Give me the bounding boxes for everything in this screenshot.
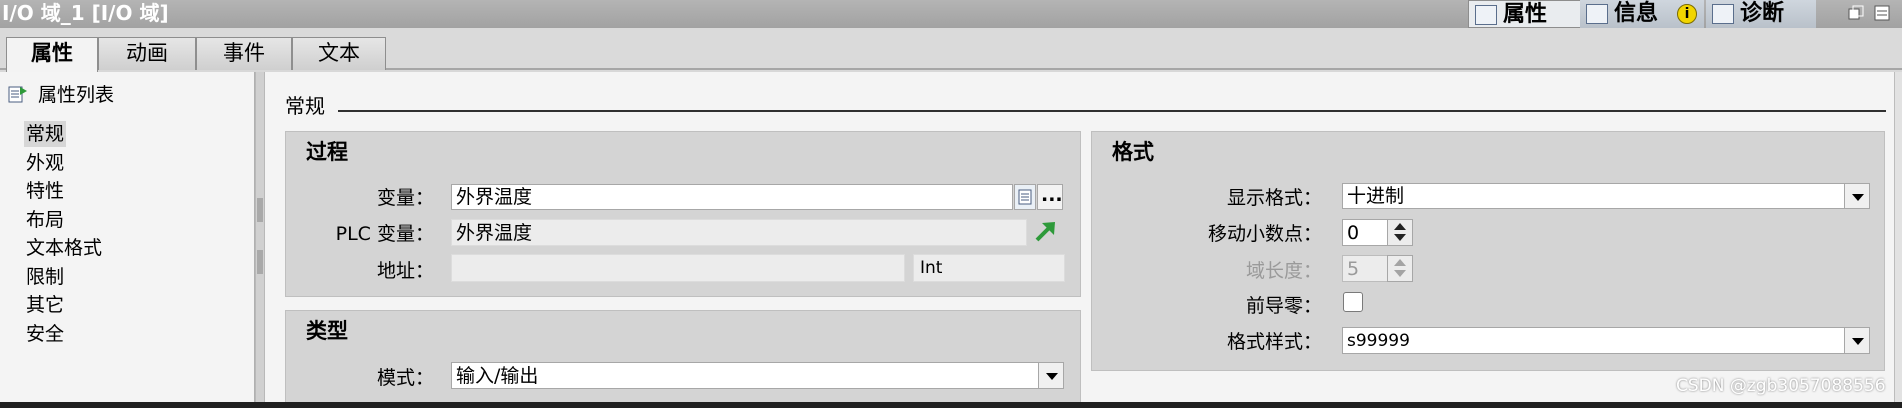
layout-menu-icon[interactable] (1873, 4, 1891, 22)
diagnostics-icon (1712, 4, 1734, 24)
inspector-tab-diagnostics[interactable]: 诊断 (1706, 0, 1816, 28)
field-length-input: 5 (1342, 255, 1389, 282)
address-type-field: Int (913, 254, 1065, 282)
mode-label: 模式： (376, 367, 434, 389)
mode-dropdown-arrow-icon[interactable] (1038, 362, 1064, 389)
move-decimal-label: 移动小数点： (1207, 223, 1322, 245)
leading-zeros-checkbox[interactable] (1343, 292, 1363, 312)
address-label: 地址： (376, 260, 434, 282)
tree-item-appearance[interactable]: 外观 (24, 150, 66, 176)
process-group-title: 过程 (306, 140, 348, 164)
tab-texts[interactable]: 文本 (292, 37, 386, 70)
address-field (451, 254, 905, 282)
property-list-icon (8, 86, 27, 103)
section-divider (338, 110, 1886, 112)
tree-item-miscellaneous[interactable]: 其它 (24, 292, 66, 318)
vertical-scrollbar[interactable] (1894, 72, 1902, 402)
variable-list-icon[interactable] (1014, 184, 1036, 210)
display-format-select[interactable]: 十进制 (1342, 183, 1845, 209)
tab-animations[interactable]: 动画 (98, 37, 196, 70)
plc-variable-label: PLC 变量： (335, 223, 434, 245)
field-length-label: 域长度： (1245, 260, 1322, 282)
tree-item-text-format[interactable]: 文本格式 (24, 235, 104, 261)
bottom-edge (0, 402, 1902, 408)
format-group-title: 格式 (1112, 140, 1154, 164)
display-format-dropdown-arrow-icon[interactable] (1844, 183, 1870, 209)
variable-label: 变量： (376, 187, 434, 209)
browse-button[interactable]: ... (1037, 184, 1063, 210)
tree-item-layout[interactable]: 布局 (24, 207, 66, 233)
inspector-tab-properties[interactable]: 属性 (1468, 0, 1588, 28)
collapse-left-handle[interactable] (257, 198, 263, 222)
section-title-general: 常规 (285, 94, 325, 118)
tab-events[interactable]: 事件 (196, 37, 292, 70)
inspector-tab-diagnostics-label: 诊断 (1740, 1, 1785, 26)
field-length-spinner (1387, 255, 1413, 282)
panel-splitter[interactable] (255, 72, 265, 408)
property-list-title: 属性列表 (38, 84, 115, 106)
tree-item-characteristics[interactable]: 特性 (24, 178, 66, 204)
go-to-plc-arrow-icon[interactable] (1034, 219, 1058, 243)
type-group (285, 310, 1081, 408)
properties-icon (1475, 5, 1497, 25)
tree-item-security[interactable]: 安全 (24, 321, 66, 347)
tree-item-limits[interactable]: 限制 (24, 264, 66, 290)
variable-input[interactable]: 外界温度 (451, 184, 1013, 210)
type-group-title: 类型 (306, 319, 348, 343)
window-title: I/O 域_1 [I/O 域] (2, 1, 169, 25)
info-icon (1586, 4, 1608, 24)
watermark: CSDN @zgb3057088556 (1676, 376, 1886, 396)
leading-zeros-label: 前导零： (1245, 295, 1322, 317)
inspector-tab-properties-label: 属性 (1503, 2, 1548, 27)
tree-item-general[interactable]: 常规 (24, 121, 67, 147)
format-pattern-label: 格式样式： (1226, 331, 1322, 353)
plc-variable-field: 外界温度 (451, 219, 1027, 246)
move-decimal-input[interactable]: 0 (1342, 219, 1389, 246)
tab-properties[interactable]: 属性 (6, 37, 98, 72)
move-decimal-spinner[interactable] (1387, 219, 1413, 246)
expand-right-handle[interactable] (257, 250, 263, 274)
info-badge-icon: i (1677, 4, 1697, 24)
display-format-label: 显示格式： (1226, 187, 1322, 209)
format-pattern-dropdown-arrow-icon[interactable] (1844, 327, 1870, 354)
inspector-tab-info-label: 信息 (1614, 1, 1659, 26)
restore-window-icon[interactable] (1847, 4, 1865, 22)
format-pattern-select[interactable]: s99999 (1342, 327, 1845, 354)
mode-select[interactable]: 输入/输出 (451, 362, 1039, 389)
